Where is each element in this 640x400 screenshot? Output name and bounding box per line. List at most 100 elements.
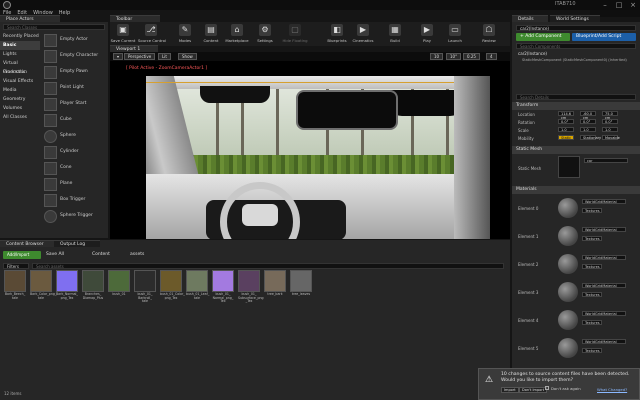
material-select[interactable]: WorldGridMaterial — [582, 199, 626, 204]
asset-tile[interactable]: Bark_Beech_ tale — [4, 270, 26, 300]
category-recently-placed[interactable]: Recently Placed — [0, 32, 40, 41]
tab-details[interactable]: Details — [512, 15, 548, 22]
material-thumbnail[interactable] — [558, 282, 578, 302]
asset-tile[interactable]: tree_bark — [264, 270, 286, 300]
place-item[interactable]: Empty Character — [42, 49, 108, 64]
add-import-button[interactable]: Add/Import — [3, 251, 41, 259]
location-z[interactable]: 75.0 cm — [602, 111, 618, 120]
mobility-static[interactable]: Static — [558, 135, 574, 140]
asset-tile[interactable]: bush_01_Color_ png_Tex — [160, 270, 185, 300]
scale-snap[interactable]: 0.25 — [463, 53, 480, 60]
level-viewport[interactable]: ▾ Perspective Lit Show 10 10° 0.25 4 [ P… — [110, 52, 510, 239]
category-volumes[interactable]: Volumes — [0, 104, 40, 113]
asset-tile[interactable]: bush_01 — [108, 270, 130, 300]
asset-tile[interactable]: Branches_ Diamap_Plus — [82, 270, 104, 300]
category-all-classes[interactable]: All Classes — [0, 113, 40, 122]
place-item[interactable]: Cone — [42, 161, 108, 176]
asset-tile[interactable]: bush_01_Leaf_ tale — [186, 270, 209, 300]
actor-name-field[interactable]: car2(Instance) — [516, 25, 636, 31]
search-components-input[interactable]: Search Components — [516, 43, 636, 49]
material-select[interactable]: WorldGridMaterial — [582, 311, 626, 316]
perspective-button[interactable]: Perspective — [124, 53, 156, 60]
mobility-movable[interactable]: Movable — [602, 135, 620, 140]
minimize-icon[interactable]: – — [598, 0, 612, 10]
breadcrumb-assets[interactable]: assets — [130, 252, 144, 257]
play-button[interactable]: ▶ Play — [414, 23, 440, 45]
modes-button[interactable]: ✎ Modes — [172, 23, 198, 45]
static-mesh-section[interactable]: Static Mesh — [512, 146, 640, 154]
add-component-button[interactable]: + Add Component — [516, 33, 570, 41]
show-button[interactable]: Show — [178, 53, 197, 60]
tab-toolbar[interactable]: Toolbar — [110, 15, 160, 22]
asset-tile[interactable]: bush_01_ Normal_png_ Tex — [212, 270, 234, 303]
category-geometry[interactable]: Geometry — [0, 95, 40, 104]
tab-output-log[interactable]: Output Log — [54, 240, 100, 247]
material-select[interactable]: WorldGridMaterial — [582, 227, 626, 232]
category-lights[interactable]: Lights — [0, 50, 40, 59]
component-root[interactable]: car2(Instance) — [518, 51, 547, 56]
tab-viewport[interactable]: Viewport 1 — [110, 45, 158, 52]
launch-button[interactable]: ▭ Launch — [442, 23, 468, 45]
material-select[interactable]: WorldGridMaterial — [582, 283, 626, 288]
place-item[interactable]: Box Trigger — [42, 193, 108, 208]
build-button[interactable]: ▦ Build — [382, 23, 408, 45]
category-cinematic[interactable]: Cinematic — [0, 68, 40, 77]
place-item[interactable]: Sphere Trigger — [42, 209, 108, 224]
rotation-x[interactable]: 0.0° — [558, 119, 574, 124]
place-item[interactable]: Empty Actor — [42, 33, 108, 48]
place-item[interactable]: Player Start — [42, 97, 108, 112]
category-virtual-production[interactable]: Virtual Production — [0, 59, 40, 75]
scale-y[interactable]: 1.0 — [580, 127, 596, 132]
place-item[interactable]: Empty Pawn — [42, 65, 108, 80]
static-mesh-thumbnail[interactable] — [558, 156, 580, 178]
save-current-button[interactable]: ▣ Save Current — [110, 23, 136, 45]
mobility-stationary[interactable]: Stationary — [580, 135, 601, 140]
static-mesh-select[interactable]: car — [584, 158, 628, 163]
material-thumbnail[interactable] — [558, 254, 578, 274]
dont-import-button[interactable]: Don't Import — [519, 387, 548, 393]
tab-world-settings[interactable]: World Settings — [550, 15, 600, 22]
dont-ask-checkbox[interactable] — [545, 386, 549, 390]
material-select[interactable]: WorldGridMaterial — [582, 339, 626, 344]
asset-tile[interactable]: bush_01_ Barkroll_ tale — [134, 270, 156, 303]
location-x[interactable]: 114.6 cm — [558, 111, 574, 120]
scale-z[interactable]: 1.0 — [602, 127, 618, 132]
material-thumbnail[interactable] — [558, 198, 578, 218]
what-changed-link[interactable]: What Changed? — [597, 387, 627, 392]
save-all-button[interactable]: Save All — [46, 252, 64, 257]
search-details-input[interactable]: Search Details — [516, 94, 636, 100]
component-child[interactable]: StaticMeshComponent (StaticMeshComponent… — [522, 58, 627, 62]
review-button[interactable]: ☖ Review — [476, 23, 502, 45]
lit-button[interactable]: Lit — [158, 53, 171, 60]
category-visual-effects[interactable]: Visual Effects — [0, 77, 40, 86]
grid-snap[interactable]: 10 — [430, 53, 444, 60]
asset-tile[interactable]: tree_leaves — [290, 270, 312, 300]
cinematics-button[interactable]: ▶ Cinematics — [350, 23, 376, 45]
transform-section[interactable]: Transform — [512, 102, 640, 110]
content-button[interactable]: ▤ Content — [198, 23, 224, 45]
maximize-icon[interactable]: □ — [612, 0, 626, 10]
place-item[interactable]: Cylinder — [42, 145, 108, 160]
material-thumbnail[interactable] — [558, 226, 578, 246]
materials-section[interactable]: Materials — [512, 186, 640, 194]
asset-tile[interactable]: Bark_Normal_ png_Tex — [56, 270, 78, 300]
asset-tile[interactable]: bush_01_ Subsurface_png _Tex — [238, 270, 264, 303]
blueprint-script-button[interactable]: Blueprint/Add Script — [572, 33, 636, 41]
blueprints-button[interactable]: ◧ Blueprints — [324, 23, 350, 45]
place-item[interactable]: Sphere — [42, 129, 108, 144]
rotation-y[interactable]: 0.0° — [580, 119, 596, 124]
place-item[interactable]: Plane — [42, 177, 108, 192]
place-item[interactable]: Point Light — [42, 81, 108, 96]
material-thumbnail[interactable] — [558, 338, 578, 358]
tab-place-actors[interactable]: Place Actors — [0, 15, 60, 22]
settings-button[interactable]: ⚙ Settings — [252, 23, 278, 45]
marketplace-button[interactable]: ⌂ Marketplace — [224, 23, 250, 45]
rotation-z[interactable]: 0.0° — [602, 119, 618, 124]
rotation-snap[interactable]: 10° — [446, 53, 462, 60]
place-item[interactable]: Cube — [42, 113, 108, 128]
place-search-input[interactable]: Search Classes — [3, 24, 105, 30]
source-control-button[interactable]: ⎇ Source Control — [138, 23, 166, 45]
viewport-options-icon[interactable]: ▾ — [113, 53, 124, 60]
search-assets-input[interactable]: Search assets — [32, 263, 504, 269]
location-y[interactable]: -60.0 cm — [580, 111, 596, 120]
